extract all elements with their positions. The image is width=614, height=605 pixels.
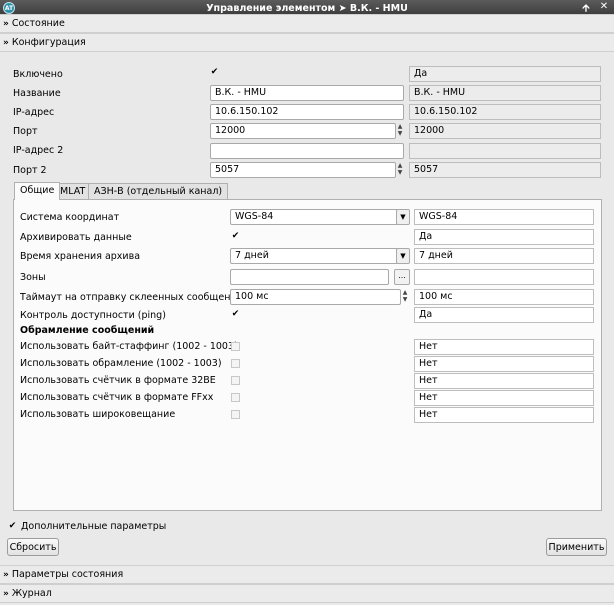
- coord-select-value: WGS-84: [235, 211, 274, 222]
- broadcast-current: Нет: [414, 407, 594, 423]
- zones-browse-button[interactable]: ...: [394, 269, 410, 285]
- ip2-input[interactable]: [210, 143, 404, 159]
- ping-label: Контроль доступности (ping): [20, 310, 166, 321]
- broadcast-label: Использовать широковещание: [20, 409, 176, 420]
- zones-label: Зоны: [20, 272, 46, 283]
- expand-chevron-icon: »: [3, 18, 9, 29]
- port2-label: Порт 2: [13, 165, 47, 176]
- name-current: В.К. - HMU: [409, 85, 601, 101]
- expand-chevron-icon: »: [3, 569, 9, 580]
- expand-chevron-icon: »: [3, 37, 9, 48]
- extra-params-checkbox[interactable]: ✔: [8, 522, 17, 531]
- port2-current: 5057: [409, 162, 601, 178]
- section-config-label: Конфигурация: [11, 37, 86, 48]
- retention-label: Время хранения архива: [20, 251, 141, 262]
- retention-select-value: 7 дней: [235, 250, 269, 261]
- port2-input[interactable]: 5057: [210, 162, 396, 178]
- spin-down-icon[interactable]: ▼: [398, 169, 403, 176]
- counterff-checkbox[interactable]: [231, 393, 240, 402]
- ip-current: 10.6.150.102: [409, 104, 601, 120]
- extra-params-label: Дополнительные параметры: [21, 521, 167, 532]
- tab-adsb[interactable]: АЗН-В (отдельный канал): [88, 183, 229, 200]
- spin-down-icon[interactable]: ▼: [403, 296, 408, 303]
- enabled-checkbox[interactable]: ✔: [210, 68, 219, 77]
- port-spinner[interactable]: ▲ ▼: [396, 123, 404, 139]
- framing-label: Использовать обрамление (1002 - 1003): [20, 358, 222, 369]
- app-logo-icon: AT: [3, 2, 15, 14]
- name-input[interactable]: В.К. - HMU: [210, 85, 404, 101]
- spin-up-icon[interactable]: ▲: [398, 162, 403, 169]
- counter32-label: Использовать счётчик в формате 32BE: [20, 375, 216, 386]
- counterff-current: Нет: [414, 390, 594, 406]
- ip-label: IP-адрес: [13, 107, 55, 118]
- ping-checkbox[interactable]: ✔: [231, 310, 240, 319]
- ip2-label: IP-адрес 2: [13, 145, 64, 156]
- section-state[interactable]: » Состояние: [0, 14, 614, 33]
- zones-input[interactable]: [230, 269, 389, 285]
- port-label: Порт: [13, 126, 38, 137]
- chevron-down-icon[interactable]: ▼: [396, 210, 409, 224]
- ip-input[interactable]: 10.6.150.102: [210, 104, 404, 120]
- enabled-label: Включено: [13, 69, 63, 80]
- section-state-params-label: Параметры состояния: [11, 569, 124, 580]
- spin-down-icon[interactable]: ▼: [398, 130, 403, 137]
- name-label: Название: [13, 88, 61, 99]
- archive-label: Архивировать данные: [20, 232, 132, 243]
- timeout-spinner[interactable]: ▲ ▼: [401, 289, 409, 305]
- retention-current: 7 дней: [414, 248, 594, 264]
- expand-chevron-icon: »: [3, 588, 9, 599]
- spin-up-icon[interactable]: ▲: [398, 123, 403, 130]
- zones-current: [414, 269, 594, 285]
- counter32-current: Нет: [414, 373, 594, 389]
- archive-checkbox[interactable]: ✔: [231, 232, 240, 241]
- framing-heading: Обрамление сообщений: [20, 325, 155, 336]
- framing-current: Нет: [414, 356, 594, 372]
- tab-panel-general: [13, 199, 602, 511]
- section-config[interactable]: » Конфигурация: [0, 33, 614, 52]
- ping-current: Да: [414, 307, 594, 323]
- port-current: 12000: [409, 123, 601, 139]
- timeout-input[interactable]: 100 мс: [230, 289, 401, 305]
- chevron-down-icon[interactable]: ▼: [396, 249, 409, 263]
- tab-general[interactable]: Общие: [14, 182, 61, 200]
- window-title: Управление элементом ➤ В.К. - HMU: [206, 2, 408, 14]
- counterff-label: Использовать счётчик в формате FFxx: [20, 392, 214, 403]
- archive-current: Да: [414, 229, 594, 245]
- reset-button[interactable]: Сбросить: [7, 538, 59, 556]
- section-state-label: Состояние: [11, 18, 65, 29]
- section-journal-label: Журнал: [11, 588, 52, 599]
- coord-current: WGS-84: [414, 209, 594, 225]
- section-state-params[interactable]: » Параметры состояния: [0, 565, 614, 584]
- coord-label: Система координат: [20, 212, 120, 223]
- byte-stuffing-checkbox[interactable]: [231, 342, 240, 351]
- ip2-current: [409, 143, 601, 159]
- timeout-current: 100 мс: [414, 289, 594, 305]
- enabled-current: Да: [409, 66, 601, 82]
- byte-stuffing-label: Использовать байт-стаффинг (1002 - 1003): [20, 341, 238, 352]
- section-journal[interactable]: » Журнал: [0, 584, 614, 603]
- port-input[interactable]: 12000: [210, 123, 396, 139]
- byte-stuffing-current: Нет: [414, 339, 594, 355]
- coord-select[interactable]: WGS-84 ▼: [230, 209, 410, 225]
- counter32-checkbox[interactable]: [231, 376, 240, 385]
- broadcast-checkbox[interactable]: [231, 410, 240, 419]
- retention-select[interactable]: 7 дней ▼: [230, 248, 410, 264]
- apply-button[interactable]: Применить: [546, 538, 607, 556]
- timeout-label: Таймаут на отправку склеенных сообщений: [20, 292, 243, 303]
- spin-up-icon[interactable]: ▲: [403, 289, 408, 296]
- framing-checkbox[interactable]: [231, 359, 240, 368]
- port2-spinner[interactable]: ▲ ▼: [396, 162, 404, 178]
